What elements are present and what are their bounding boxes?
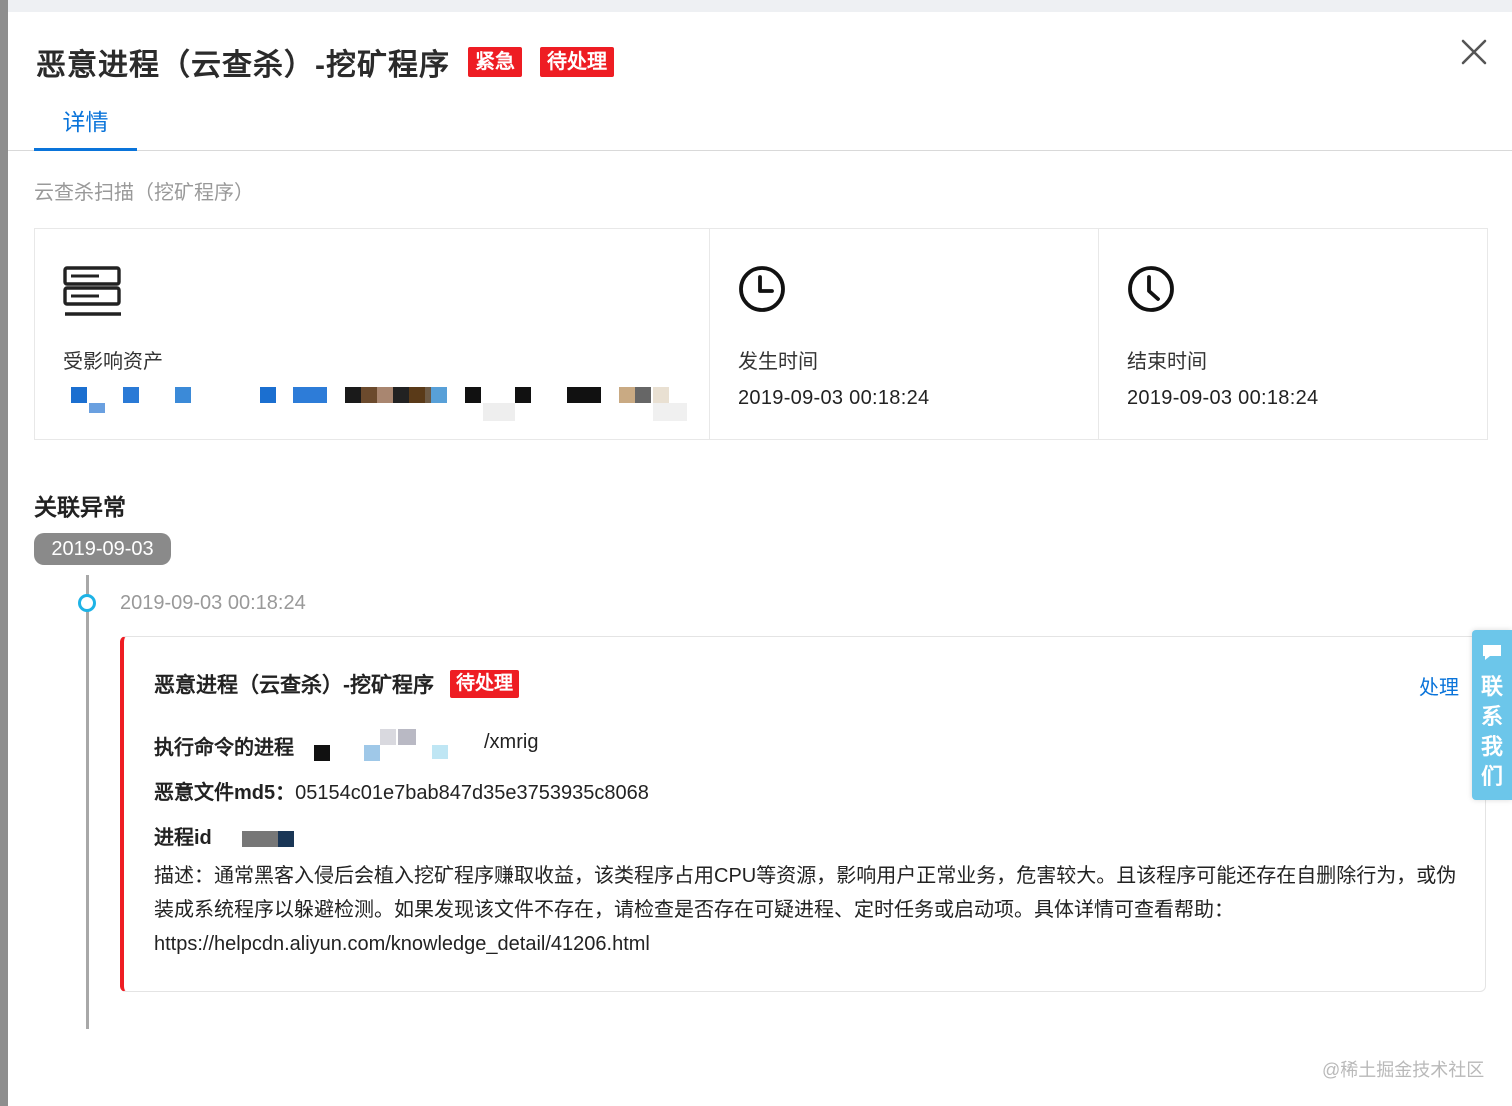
clock-icon (1127, 265, 1175, 318)
timeline-line (86, 575, 89, 1029)
event-card: 恶意进程（云查杀）-挖矿程序 待处理 处理 执行命令的进程 /xmrig 恶意文… (120, 636, 1486, 992)
contact-us-button[interactable]: 联系我们 (1472, 630, 1512, 800)
pid-row: 进程id (154, 821, 212, 850)
event-title-row: 恶意进程（云查杀）-挖矿程序 待处理 (154, 669, 520, 699)
event-description: 描述：通常黑客入侵后会植入挖矿程序赚取收益，该类程序占用CPU等资源，影响用户正… (154, 865, 1457, 955)
chat-icon (1480, 642, 1504, 667)
start-time-label: 发生时间 (738, 351, 818, 373)
tab-bar: 详情 (8, 100, 1512, 151)
tab-details[interactable]: 详情 (34, 100, 137, 151)
server-icon (63, 265, 123, 324)
contact-us-label: 联系我们 (1480, 674, 1503, 789)
status-badge: 待处理 (540, 47, 614, 77)
section-subtitle: 云查杀扫描（挖矿程序） (34, 182, 254, 204)
end-time-card: 结束时间 2019-09-03 00:18:24 (1099, 228, 1488, 440)
drawer-header: 恶意进程（云查杀）-挖矿程序 紧急 待处理 (36, 40, 614, 84)
process-path-suffix: /xmrig (484, 731, 539, 753)
event-title: 恶意进程（云查杀）-挖矿程序 (154, 674, 434, 697)
md5-value: 05154c01e7bab847d35e3753935c8068 (295, 782, 649, 804)
start-time-value: 2019-09-03 00:18:24 (738, 387, 930, 409)
md5-label: 恶意文件md5： (154, 782, 296, 804)
watermark: @稀土掘金技术社区 (1322, 1060, 1485, 1080)
redacted-asset-value (35, 384, 711, 424)
tab-active-indicator (34, 148, 137, 151)
clock-icon (738, 265, 786, 318)
end-time-value: 2019-09-03 00:18:24 (1127, 387, 1319, 409)
event-status-badge: 待处理 (450, 670, 520, 698)
related-anomalies-title: 关联异常 (34, 494, 126, 520)
pid-label: 进程id (154, 827, 212, 849)
date-group-pill: 2019-09-03 (34, 533, 171, 565)
start-time-card: 发生时间 2019-09-03 00:18:24 (710, 228, 1099, 440)
affected-asset-label: 受影响资产 (63, 351, 163, 373)
event-timestamp: 2019-09-03 00:18:24 (120, 592, 306, 614)
process-label: 执行命令的进程 (154, 737, 294, 759)
summary-cards: 受影响资产 发生时间 2019-09-03 00:18:24 结束时间 2019… (34, 228, 1488, 442)
page-title: 恶意进程（云查杀）-挖矿程序 (36, 49, 450, 82)
affected-asset-card: 受影响资产 (34, 228, 710, 440)
urgency-badge: 紧急 (468, 47, 522, 77)
end-time-label: 结束时间 (1127, 351, 1207, 373)
process-row: 执行命令的进程 (154, 731, 294, 760)
tab-details-label: 详情 (62, 109, 109, 135)
handle-button[interactable]: 处理 (1419, 671, 1459, 700)
top-edge (8, 0, 1512, 12)
md5-row: 恶意文件md5：05154c01e7bab847d35e3753935c8068 (154, 776, 649, 805)
close-icon[interactable] (1458, 36, 1490, 68)
timeline-dot (78, 594, 96, 612)
left-edge (0, 0, 8, 1106)
